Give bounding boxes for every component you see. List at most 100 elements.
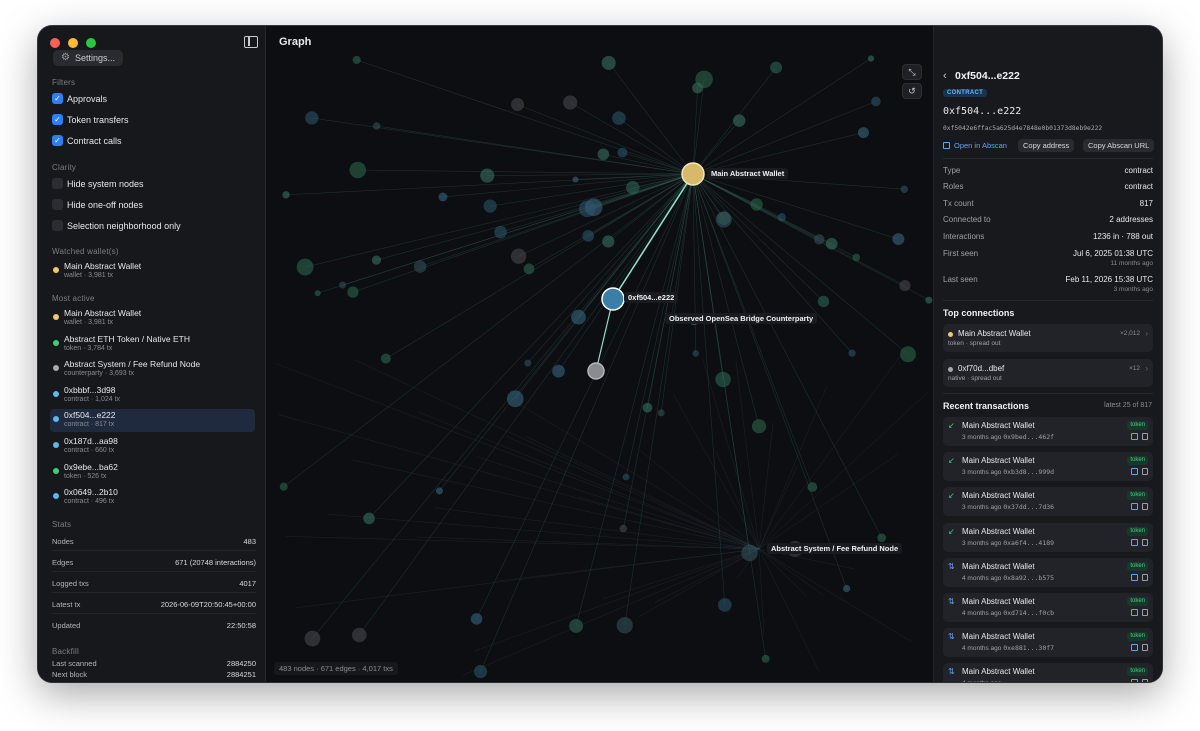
graph-node[interactable] [494,225,507,239]
graph-node[interactable] [352,627,367,643]
wallet-list-item[interactable]: 0x0649...2b10 contract · 496 tx [50,486,255,509]
copy-icon[interactable] [1142,609,1148,616]
copy-icon[interactable] [1142,433,1148,440]
graph-node[interactable] [371,255,382,265]
graph-node[interactable] [506,390,524,408]
transaction-card[interactable]: ↙ Main Abstract Wallet 3 months ago 0x37dd… [943,487,1153,517]
zoom-window-button[interactable] [86,38,96,48]
transaction-card[interactable]: ⇅ Main Abstract Wallet 4 months ago 0xe881… [943,628,1153,658]
checkbox-row-clarity[interactable]: Selection neighborhood only [52,220,181,231]
transaction-card[interactable]: ⇅ Main Abstract Wallet 4 months ago 0x8a92… [943,557,1153,587]
copy-icon[interactable] [1142,573,1148,581]
graph-node[interactable] [347,286,359,298]
graph-node[interactable] [572,176,579,183]
graph-node[interactable] [733,114,746,127]
checkbox-checked-icon[interactable]: ✓ [52,114,63,125]
graph-node[interactable] [363,512,375,525]
graph-node[interactable] [877,533,887,543]
checkbox-row-filters[interactable]: ✓ Token transfers [52,114,129,125]
wallet-list-item[interactable]: 0xf504...e222 contract · 817 tx [50,409,255,433]
graph-node[interactable] [510,248,527,264]
open-link-icon[interactable] [1131,573,1138,581]
graph-node[interactable] [524,359,532,367]
graph-node[interactable] [642,402,653,413]
graph-node[interactable] [279,482,288,491]
graph-node[interactable] [857,127,869,139]
copy-address-button[interactable]: Copy address [1018,139,1075,152]
wallet-list-item[interactable]: 0x9ebe...ba62 token · 526 tx [50,461,255,484]
graph-node[interactable] [480,168,495,183]
connection-card[interactable]: 0xf70d...dbef native · spread out ×12 › [943,359,1153,387]
graph-node[interactable] [900,346,916,363]
transaction-card[interactable]: ↙ Main Abstract Wallet 3 months ago 0xb3d8… [943,452,1153,482]
wallet-list-item[interactable]: 0xbbbf...3d98 contract · 1,024 tx [50,384,255,407]
graph-node[interactable] [602,235,615,248]
graph-node[interactable] [612,111,626,125]
graph-node[interactable] [483,199,497,213]
minimize-window-button[interactable] [68,38,78,48]
wallet-list-item[interactable]: Main Abstract Wallet wallet · 3,981 tx [50,260,255,283]
wallet-list-item[interactable]: Main Abstract Wallet wallet · 3,981 tx [50,307,255,330]
connection-card[interactable]: Main Abstract Wallet token · spread out ×2… [943,324,1153,352]
graph-node[interactable] [867,55,875,62]
graph-node[interactable] [807,482,818,492]
checkbox-checked-icon[interactable]: ✓ [52,93,63,104]
graph-node[interactable] [715,371,731,388]
graph-node[interactable] [817,295,830,308]
graph-node[interactable] [900,185,909,193]
graph-node[interactable] [626,180,640,195]
open-link-icon[interactable] [1131,679,1138,682]
fit-view-button[interactable]: ⤡ [902,64,922,80]
graph-node[interactable] [899,279,911,292]
graph-node[interactable] [825,237,838,250]
back-chevron-icon[interactable]: ‹ [943,70,947,82]
graph-node[interactable] [435,487,443,495]
transaction-card[interactable]: ↙ Main Abstract Wallet 3 months ago 0xa6f4… [943,522,1153,552]
reset-layout-button[interactable]: ↺ [902,83,922,99]
open-link-icon[interactable] [1131,538,1138,546]
graph-node[interactable] [582,230,595,242]
main-wallet-node[interactable] [681,162,705,186]
open-link-icon[interactable] [1131,644,1138,652]
graph-node[interactable] [617,147,628,158]
graph-node[interactable] [571,309,586,325]
copy-abscan-url-button[interactable]: Copy Abscan URL [1083,139,1155,152]
graph-node[interactable] [715,211,732,228]
sidebar-toggle-icon[interactable] [244,36,258,48]
graph-panel[interactable]: Graph ⤡ ↺ Main Abstract Wallet 0xf504...… [266,26,933,682]
graph-node[interactable] [717,598,732,612]
graph-node[interactable] [552,364,565,378]
graph-node[interactable] [852,253,861,262]
wallet-list-item[interactable]: 0x187d...aa98 contract · 660 tx [50,435,255,458]
graph-node[interactable] [741,544,758,562]
open-in-abscan-link[interactable]: Open in Abscan [943,141,1007,150]
graph-node[interactable] [352,55,361,65]
graph-node[interactable] [616,617,633,634]
open-link-icon[interactable] [1131,503,1138,511]
graph-node[interactable] [339,281,347,289]
graph-node[interactable] [438,192,448,202]
copy-icon[interactable] [1142,468,1148,476]
graph-node[interactable] [622,473,630,481]
graph-node[interactable] [871,96,881,107]
graph-node[interactable] [305,111,319,125]
wallet-list-item[interactable]: Abstract ETH Token / Native ETH token · 3… [50,333,255,356]
graph-node[interactable] [777,213,786,222]
open-link-icon[interactable] [1131,609,1138,616]
graph-node[interactable] [473,664,488,679]
graph-node[interactable] [695,70,713,89]
graph-node[interactable] [813,234,825,245]
selected-node[interactable] [601,287,625,311]
transaction-card[interactable]: ↙ Main Abstract Wallet 3 months ago 0x9bed… [943,417,1153,446]
settings-button[interactable]: ⚙ Settings... [53,50,124,66]
graph-node[interactable] [569,618,584,633]
graph-node[interactable] [750,198,763,211]
wallet-list-item[interactable]: Abstract System / Fee Refund Node counter… [50,358,255,381]
graph-node[interactable] [523,263,535,275]
graph-node[interactable] [597,148,610,161]
graph-node[interactable] [470,613,483,625]
open-link-icon[interactable] [1131,433,1138,440]
graph-node[interactable] [751,419,767,434]
graph-node[interactable] [892,233,905,246]
graph-node[interactable] [925,296,933,304]
